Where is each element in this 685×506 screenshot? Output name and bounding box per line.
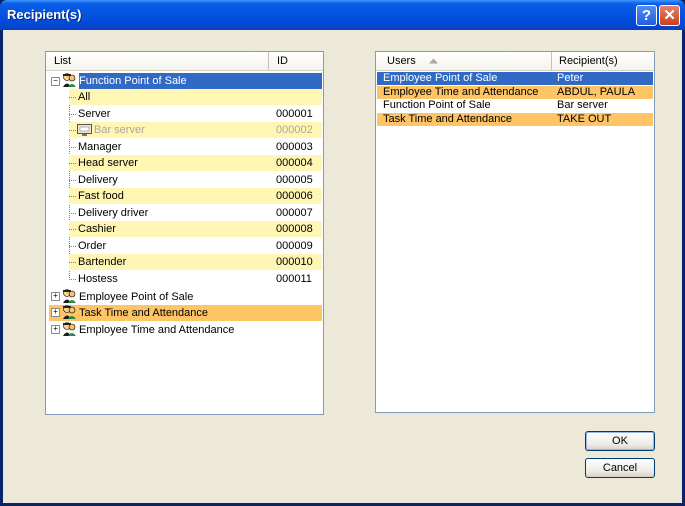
tree-connector-branch — [69, 146, 76, 148]
tree-list-header: List ID — [46, 52, 323, 71]
tree-item-id: 000004 — [276, 157, 313, 169]
recipient-value: Bar server — [557, 99, 608, 112]
tree-group-function-point-of-sale[interactable]: Function Point of Sale — [79, 73, 322, 89]
recipient-value: ABDUL, PAULA — [557, 85, 636, 98]
tree-item-id: 000006 — [276, 190, 313, 202]
tree-connector-branch — [69, 130, 76, 131]
user-group-icon — [61, 288, 77, 304]
cancel-button[interactable]: Cancel — [585, 458, 655, 478]
user-name: Task Time and Attendance — [383, 113, 513, 126]
tree-connector-branch — [69, 179, 76, 181]
column-header-users-label: Users — [387, 55, 416, 67]
tree-connector-branch — [69, 245, 76, 247]
column-header-id[interactable]: ID — [269, 52, 323, 70]
tree-group-employee-time-and-attendance[interactable]: Employee Time and Attendance — [79, 322, 322, 338]
tree-connector-branch — [69, 278, 76, 280]
tree-item[interactable]: Head server 000004 — [69, 155, 322, 171]
user-group-icon — [61, 321, 77, 337]
recipient-value: Peter — [557, 72, 584, 84]
tree-item[interactable]: All — [69, 89, 322, 105]
user-row[interactable]: Employee Time and Attendance ABDUL, PAULA — [377, 85, 653, 99]
tree-item-id: 000003 — [276, 140, 313, 153]
tree-connector-branch — [69, 97, 76, 98]
tree-item-name: Order — [78, 239, 107, 252]
tree-item-name: Head server — [78, 157, 138, 169]
user-name: Employee Point of Sale — [383, 72, 498, 84]
tree-item[interactable]: Manager 000003 — [69, 139, 322, 155]
column-header-recipients[interactable]: Recipient(s) — [552, 52, 654, 70]
tree-item-id: 000001 — [276, 107, 313, 120]
help-button[interactable]: ? — [636, 5, 657, 26]
tree-item-name: Hostess — [78, 272, 118, 285]
tree-item-id: 000008 — [276, 223, 313, 235]
close-button[interactable]: ✕ — [659, 5, 680, 26]
tree-item-name: Bartender — [78, 256, 127, 268]
dialog-body: List ID Function Point of Sale − All Serv… — [3, 30, 682, 503]
sort-up-icon — [428, 52, 438, 70]
title-bar[interactable]: Recipient(s) ? ✕ — [0, 0, 685, 30]
tree-item-name: All — [78, 91, 91, 103]
window-title: Recipient(s) — [7, 7, 82, 22]
column-header-users[interactable]: Users — [376, 52, 552, 70]
user-row[interactable]: Task Time and Attendance TAKE OUT — [377, 113, 653, 127]
tree-group-label: Employee Point of Sale — [79, 291, 194, 303]
tree-group-employee-point-of-sale[interactable]: Employee Point of Sale — [79, 289, 322, 305]
tree-item[interactable]: Bar server 000002 — [69, 122, 322, 138]
user-group-icon — [61, 304, 77, 320]
tree-connector-branch — [69, 212, 76, 214]
recipient-value: TAKE OUT — [557, 113, 612, 126]
tree-connector-branch — [69, 262, 76, 263]
column-header-list[interactable]: List — [46, 52, 269, 70]
dialog-window: Recipient(s) ? ✕ List ID Function Point … — [0, 0, 685, 506]
tree-item-name: Bar server — [94, 124, 145, 136]
tree-item[interactable]: Fast food 000006 — [69, 188, 322, 204]
ok-button[interactable]: OK — [585, 431, 655, 451]
expand-icon[interactable]: + — [51, 325, 60, 334]
tree-connector-branch — [69, 113, 76, 115]
user-name: Function Point of Sale — [383, 99, 491, 112]
user-row[interactable]: Function Point of Sale Bar server — [377, 99, 653, 112]
tree-group-label: Function Point of Sale — [79, 75, 187, 87]
tree-connector-branch — [69, 196, 76, 197]
tree-item[interactable]: Hostess 000011 — [69, 271, 322, 287]
user-group-icon — [61, 72, 77, 88]
tree-item[interactable]: Server 000001 — [69, 106, 322, 122]
tree-item-id: 000005 — [276, 173, 313, 186]
tree-item[interactable]: Delivery 000005 — [69, 172, 322, 188]
tree-item-name: Cashier — [78, 223, 116, 235]
tree-connector-branch — [69, 229, 76, 230]
collapse-icon[interactable]: − — [51, 77, 60, 86]
user-name: Employee Time and Attendance — [383, 85, 539, 98]
tree-item[interactable]: Delivery driver 000007 — [69, 205, 322, 221]
tree-item-name: Delivery driver — [78, 206, 149, 219]
tree-item-name: Manager — [78, 140, 122, 153]
tree-item[interactable]: Cashier 000008 — [69, 221, 322, 237]
tree-item-id: 000011 — [276, 272, 312, 285]
users-recipients-list[interactable]: Users Recipient(s) Employee Point of Sal… — [375, 51, 655, 413]
tree-item-id: 000009 — [276, 239, 313, 252]
tree-item[interactable]: Order 000009 — [69, 238, 322, 254]
tree-item-name: Server — [78, 107, 111, 120]
tree-group-label-row: Task Time and Attendance — [79, 305, 322, 321]
user-row[interactable]: Employee Point of Sale Peter — [377, 72, 653, 85]
tree-item-name: Fast food — [78, 190, 124, 202]
tree-item[interactable]: Bartender 000010 — [69, 254, 322, 270]
tree-item-id: 000010 — [276, 256, 313, 268]
tree-item-id: 000007 — [276, 206, 313, 219]
recipient-tree-list[interactable]: List ID Function Point of Sale − All Serv… — [45, 51, 324, 415]
users-list-header: Users Recipient(s) — [376, 52, 654, 71]
tree-group-label: Employee Time and Attendance — [79, 324, 235, 336]
tree-group-label: Task Time and Attendance — [79, 307, 209, 319]
tree-item-id: 000002 — [276, 124, 313, 136]
expand-icon[interactable]: + — [51, 292, 60, 301]
expand-icon[interactable]: + — [51, 308, 60, 317]
tree-connector-branch — [69, 163, 76, 164]
tree-item-name: Delivery — [78, 173, 118, 186]
